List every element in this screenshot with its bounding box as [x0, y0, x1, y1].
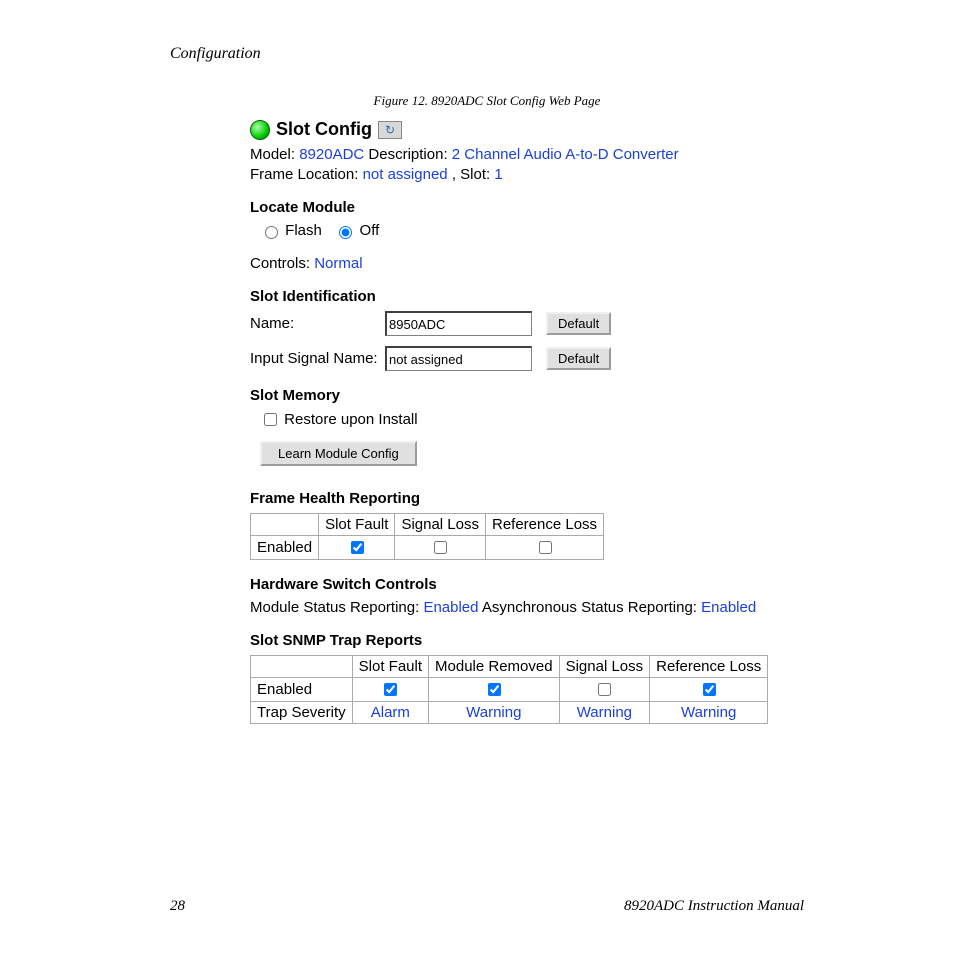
off-radio-text: Off: [360, 222, 380, 239]
snmp-col-module-removed: Module Removed: [429, 656, 560, 678]
snmp-enabled-label: Enabled: [251, 678, 353, 702]
snmp-slot-fault-checkbox[interactable]: [384, 683, 397, 696]
snmp-table: Slot Fault Module Removed Signal Loss Re…: [250, 655, 768, 724]
refresh-icon[interactable]: ↻: [378, 121, 402, 139]
mod-status-value: Enabled: [423, 599, 478, 616]
controls-label: Controls:: [250, 255, 310, 272]
snmp-heading: Slot SNMP Trap Reports: [250, 632, 804, 649]
flash-radio-text: Flash: [285, 222, 322, 239]
frame-health-heading: Frame Health Reporting: [250, 490, 804, 507]
controls-line: Controls: Normal: [250, 255, 804, 272]
input-signal-default-button[interactable]: Default: [546, 347, 611, 370]
slot-memory-heading: Slot Memory: [250, 387, 804, 404]
frame-health-table: Slot Fault Signal Loss Reference Loss En…: [250, 513, 604, 560]
frame-loc-label: Frame Location:: [250, 166, 358, 183]
frame-loc-value: not assigned: [363, 166, 448, 183]
hw-switch-line: Module Status Reporting: Enabled Asynchr…: [250, 599, 804, 616]
fh-col-reference-loss: Reference Loss: [486, 514, 604, 536]
manual-name: 8920ADC Instruction Manual: [624, 898, 804, 915]
fh-row-label: Enabled: [251, 536, 319, 560]
off-radio[interactable]: [339, 226, 352, 239]
learn-module-config-button[interactable]: Learn Module Config: [260, 441, 417, 466]
snmp-col-signal-loss: Signal Loss: [559, 656, 650, 678]
name-default-button[interactable]: Default: [546, 312, 611, 335]
snmp-col-slot-fault: Slot Fault: [352, 656, 428, 678]
flash-radio-label[interactable]: Flash: [260, 222, 326, 239]
slot-id-heading: Slot Identification: [250, 288, 804, 305]
fh-col-0: [251, 514, 319, 536]
figure-caption: Figure 12. 8920ADC Slot Config Web Page: [170, 93, 804, 109]
desc-value: 2 Channel Audio A-to-D Converter: [452, 146, 679, 163]
snmp-sev-label: Trap Severity: [251, 702, 353, 724]
restore-checkbox[interactable]: [264, 413, 277, 426]
status-led-icon: [250, 120, 270, 140]
snmp-reference-loss-checkbox[interactable]: [703, 683, 716, 696]
fh-slot-fault-checkbox[interactable]: [351, 541, 364, 554]
model-label: Model:: [250, 146, 295, 163]
snmp-sev-reference-loss: Warning: [650, 702, 768, 724]
async-label: Asynchronous Status Reporting:: [482, 599, 697, 616]
off-radio-label[interactable]: Off: [334, 222, 379, 239]
name-input[interactable]: [385, 311, 532, 336]
input-signal-input[interactable]: [385, 346, 532, 371]
mod-status-label: Module Status Reporting:: [250, 599, 419, 616]
page-header: Configuration: [170, 45, 804, 63]
fh-col-signal-loss: Signal Loss: [395, 514, 486, 536]
hw-switch-heading: Hardware Switch Controls: [250, 576, 804, 593]
page-number: 28: [170, 898, 185, 915]
desc-label: Description:: [368, 146, 447, 163]
snmp-sev-module-removed: Warning: [429, 702, 560, 724]
fh-col-slot-fault: Slot Fault: [319, 514, 395, 536]
snmp-module-removed-checkbox[interactable]: [488, 683, 501, 696]
input-signal-label: Input Signal Name:: [250, 350, 385, 367]
fh-signal-loss-checkbox[interactable]: [434, 541, 447, 554]
snmp-sev-slot-fault: Alarm: [352, 702, 428, 724]
restore-checkbox-label[interactable]: Restore upon Install: [260, 411, 418, 428]
slot-label: , Slot:: [452, 166, 490, 183]
snmp-signal-loss-checkbox[interactable]: [598, 683, 611, 696]
fh-reference-loss-checkbox[interactable]: [539, 541, 552, 554]
snmp-col-reference-loss: Reference Loss: [650, 656, 768, 678]
snmp-sev-signal-loss: Warning: [559, 702, 650, 724]
async-value: Enabled: [701, 599, 756, 616]
model-line: Model: 8920ADC Description: 2 Channel Au…: [250, 146, 804, 163]
snmp-col-0: [251, 656, 353, 678]
restore-label-text: Restore upon Install: [284, 411, 417, 428]
locate-module-heading: Locate Module: [250, 199, 804, 216]
model-value: 8920ADC: [299, 146, 364, 163]
controls-value: Normal: [314, 255, 362, 272]
slot-value: 1: [494, 166, 502, 183]
name-label: Name:: [250, 315, 385, 332]
flash-radio[interactable]: [265, 226, 278, 239]
frame-line: Frame Location: not assigned , Slot: 1: [250, 166, 804, 183]
page-title: Slot Config: [276, 119, 372, 140]
